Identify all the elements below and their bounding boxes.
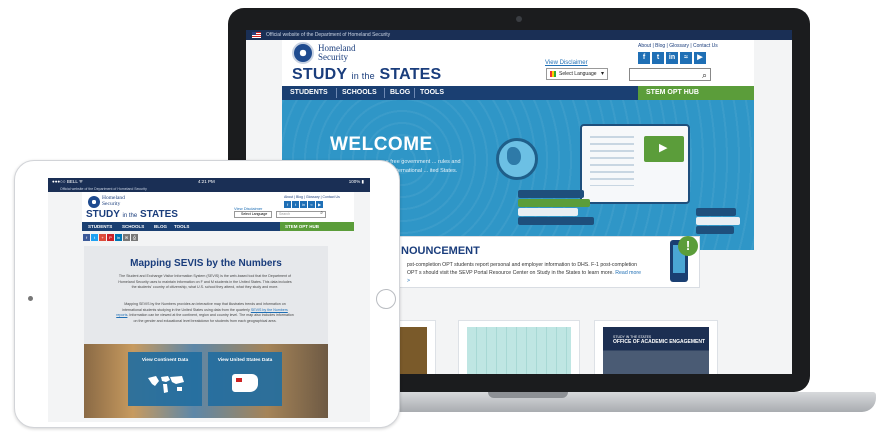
book-spine xyxy=(696,208,736,216)
status-time: 4:21 PM xyxy=(198,179,215,184)
gov-banner: Official website of the Department of Ho… xyxy=(246,30,792,40)
nav-separator xyxy=(414,88,415,98)
dhs-seal-icon[interactable] xyxy=(88,196,100,208)
tablet-home-button[interactable] xyxy=(376,289,396,309)
battery-indicator: 100% ▮ xyxy=(348,179,364,184)
view-disclaimer-link[interactable]: View Disclaimer xyxy=(545,60,588,66)
facebook-icon[interactable]: f xyxy=(638,52,650,64)
laptop-camera xyxy=(516,16,522,22)
linkedin-icon[interactable]: in xyxy=(666,52,678,64)
twitter-icon[interactable]: t xyxy=(292,201,299,208)
share-facebook-icon[interactable]: f xyxy=(83,234,90,241)
globe-illustration xyxy=(496,138,538,180)
announcement-card: NOUNCEMENT pst-completion OPT students r… xyxy=(366,236,700,288)
view-continent-data-button[interactable]: View Continent Data xyxy=(128,352,202,406)
nav-tools[interactable]: TOOLS xyxy=(420,86,444,100)
feature-card[interactable]: STUDY IN THE STATES OFFICE OF ACADEMIC E… xyxy=(594,320,718,374)
dhs-seal-icon[interactable] xyxy=(292,42,314,64)
nav-tools[interactable]: TOOLS xyxy=(174,222,189,231)
linkedin-icon[interactable]: in xyxy=(300,201,307,208)
card-image xyxy=(467,327,571,374)
book-spine xyxy=(696,226,734,234)
book-spine xyxy=(518,199,590,207)
book-spine xyxy=(518,217,594,225)
stem-opt-hub-button[interactable]: STEM OPT HUB xyxy=(280,222,354,231)
ios-status-bar: ●●●○○ BELL ᯤ 4:21 PM 100% ▮ xyxy=(48,178,370,186)
book-spine xyxy=(518,208,578,216)
description-paragraph: Mapping SEVIS by the Numbers provides an… xyxy=(116,302,294,323)
site-logo[interactable]: STUDY in the STATES xyxy=(292,66,441,84)
gov-banner-text: Official website of the Department of Ho… xyxy=(266,32,391,38)
feature-card[interactable] xyxy=(458,320,580,374)
nav-blog[interactable]: BLOG xyxy=(154,222,167,231)
stacked-books-illustration xyxy=(518,190,594,225)
nav-students[interactable]: STUDENTS xyxy=(290,86,328,100)
language-select[interactable]: Select Language xyxy=(546,68,608,80)
search-input[interactable]: Search ⌕ xyxy=(276,211,326,218)
site-logo[interactable]: STUDY in the STATES xyxy=(86,209,178,220)
tablet-screen: ●●●○○ BELL ᯤ 4:21 PM 100% ▮ Official web… xyxy=(48,178,370,422)
share-pinterest-icon[interactable]: P xyxy=(107,234,114,241)
share-linkedin-icon[interactable]: in xyxy=(115,234,122,241)
card-caption: STUDY IN THE STATES OFFICE OF ACADEMIC E… xyxy=(613,335,706,345)
us-flag-icon xyxy=(252,32,261,38)
nav-schools[interactable]: SCHOOLS xyxy=(342,86,377,100)
search-icon[interactable]: ⌕ xyxy=(320,211,323,216)
book-spine xyxy=(696,217,740,225)
video-play-icon xyxy=(644,136,684,162)
youtube-icon[interactable]: ▶ xyxy=(694,52,706,64)
laptop-notch xyxy=(488,392,568,398)
us-map-icon xyxy=(232,374,258,392)
stem-opt-hub-button[interactable]: STEM OPT HUB xyxy=(638,86,754,100)
share-email-icon[interactable]: ✉ xyxy=(123,234,130,241)
world-map-icon xyxy=(148,376,184,393)
hero-title: WELCOME xyxy=(330,134,433,155)
nav-separator xyxy=(384,88,385,98)
hero-photo xyxy=(84,344,328,418)
book-page-lines xyxy=(590,136,634,186)
youtube-icon[interactable]: ▶ xyxy=(316,201,323,208)
nav-blog[interactable]: BLOG xyxy=(390,86,410,100)
utility-links[interactable]: About | Blog | Glossary | Contact Us xyxy=(638,43,718,49)
tablet-camera xyxy=(28,296,33,301)
stacked-books-illustration xyxy=(696,208,740,234)
utility-links[interactable]: About | Blog | Glossary | Contact Us xyxy=(284,195,340,199)
share-print-icon[interactable]: ⎙ xyxy=(131,234,138,241)
share-googleplus-icon[interactable]: + xyxy=(99,234,106,241)
twitter-icon[interactable]: t xyxy=(652,52,664,64)
language-select[interactable]: Select Language xyxy=(234,211,272,218)
intro-paragraph: The Student and Exchange Visitor Informa… xyxy=(118,274,292,290)
search-input[interactable]: ⌕ xyxy=(629,68,711,81)
book-illustration xyxy=(580,124,690,204)
nav-students[interactable]: STUDENTS xyxy=(88,222,112,231)
nav-separator xyxy=(336,88,337,98)
share-twitter-icon[interactable]: t xyxy=(91,234,98,241)
alert-icon: ! xyxy=(678,236,698,256)
card-image: STUDY IN THE STATES OFFICE OF ACADEMIC E… xyxy=(603,327,709,374)
book-spine xyxy=(518,190,584,198)
announcement-title: NOUNCEMENT xyxy=(401,245,480,257)
search-icon[interactable]: ⌕ xyxy=(702,69,707,81)
view-united-states-data-button[interactable]: View United States Data xyxy=(208,352,282,406)
nav-schools[interactable]: SCHOOLS xyxy=(122,222,144,231)
announcement-body: pst-completion OPT students report perso… xyxy=(407,262,641,284)
rss-icon[interactable]: ≈ xyxy=(308,201,315,208)
rss-icon[interactable]: ≈ xyxy=(680,52,692,64)
dhs-wordmark[interactable]: Homeland Security xyxy=(318,44,378,62)
carrier-signal: ●●●○○ BELL ᯤ xyxy=(52,179,84,184)
page-title: Mapping SEVIS by the Numbers xyxy=(130,258,282,269)
facebook-icon[interactable]: f xyxy=(284,201,291,208)
dhs-wordmark[interactable]: Homeland Security xyxy=(102,195,142,207)
